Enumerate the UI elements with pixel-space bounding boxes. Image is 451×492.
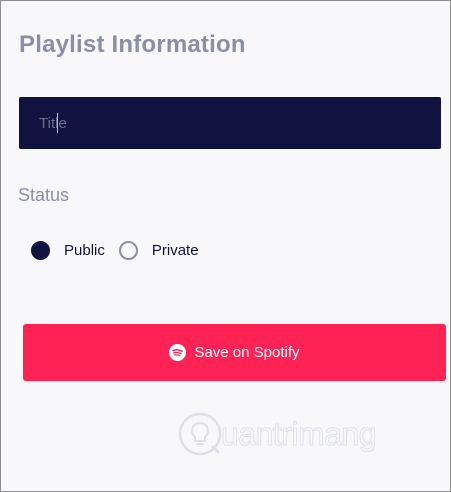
playlist-form-panel: Playlist Information Status Public Priva… <box>0 0 451 492</box>
radio-private[interactable]: Private <box>118 241 199 260</box>
title-field-container <box>19 97 441 149</box>
lightbulb-icon <box>178 412 222 456</box>
spotify-icon <box>169 344 187 361</box>
radio-private-label: Private <box>151 242 199 259</box>
radio-public-label: Public <box>64 242 105 259</box>
status-radio-group: Public Private <box>31 241 199 260</box>
status-label: Status <box>18 185 70 205</box>
save-button-label: Save on Spotify <box>194 344 300 361</box>
radio-public[interactable]: Public <box>31 241 105 260</box>
save-on-spotify-button[interactable]: Save on Spotify <box>23 324 446 381</box>
watermark-text: uantrimang <box>220 415 377 452</box>
title-input[interactable] <box>19 97 441 149</box>
page-title: Playlist Information <box>19 31 246 58</box>
radio-private-circle[interactable] <box>118 241 138 260</box>
radio-public-circle[interactable] <box>31 241 50 260</box>
watermark: uantrimang <box>177 411 377 457</box>
text-cursor <box>57 113 58 133</box>
